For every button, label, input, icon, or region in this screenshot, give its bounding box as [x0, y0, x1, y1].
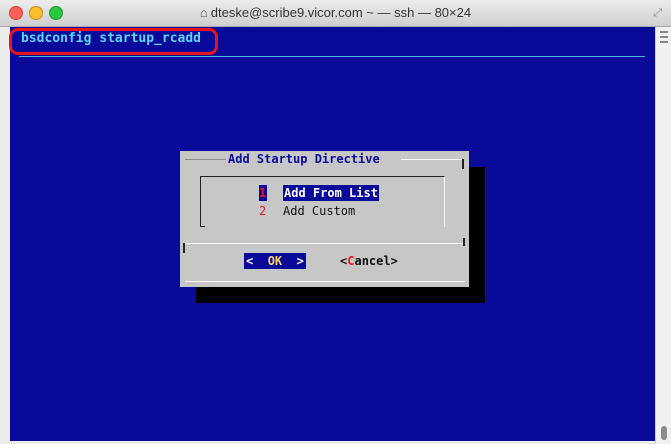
scrollbar-track[interactable] — [655, 27, 671, 444]
window-left-border — [0, 27, 10, 444]
menu-item-add-custom[interactable]: 2 Add Custom — [259, 203, 355, 219]
menu-item-tag: 2 — [259, 204, 267, 218]
fullscreen-icon[interactable]: ⤢ — [653, 6, 662, 20]
cancel-button[interactable]: <Cancel> — [340, 253, 398, 269]
dialog-frame-corner — [462, 159, 464, 169]
menu-item-tag: 1 — [259, 185, 267, 201]
window-title: dteske@scribe9.vicor.com ~ — ssh — 80×24 — [210, 5, 472, 20]
ok-bracket-right: > — [296, 254, 304, 268]
menu-list-box — [200, 176, 445, 227]
annotation-highlight — [9, 28, 218, 55]
scrollbar-grip-icon — [660, 31, 668, 43]
button-separator-right — [463, 238, 465, 246]
menu-item-add-from-list[interactable]: 1 Add From List — [259, 185, 379, 201]
home-icon: ⌂ — [199, 5, 208, 20]
dialog-frame-top-right — [401, 159, 464, 160]
dialog-title: Add Startup Directive — [228, 152, 380, 166]
dialog-frame-top-left — [185, 159, 226, 160]
backtitle-rule — [19, 56, 645, 57]
button-separator — [183, 243, 464, 244]
window-titlebar: ⌂ dteske@scribe9.vicor.com ~ — ssh — 80×2… — [0, 0, 671, 27]
menu-item-label: Add From List — [283, 185, 379, 201]
scrollbar-thumb[interactable] — [661, 426, 667, 440]
cancel-label: ancel> — [354, 254, 398, 268]
menu-list-box-corner — [200, 226, 205, 227]
dialog-frame-bottom — [185, 281, 465, 282]
ok-bracket-left: < — [246, 254, 254, 268]
window-title-container: ⌂ dteske@scribe9.vicor.com ~ — ssh — 80×2… — [0, 5, 671, 20]
menu-item-label: Add Custom — [283, 204, 356, 218]
ok-button[interactable]: < OK > — [244, 253, 306, 269]
ok-label: OK — [267, 254, 283, 268]
button-separator-left — [183, 243, 185, 253]
